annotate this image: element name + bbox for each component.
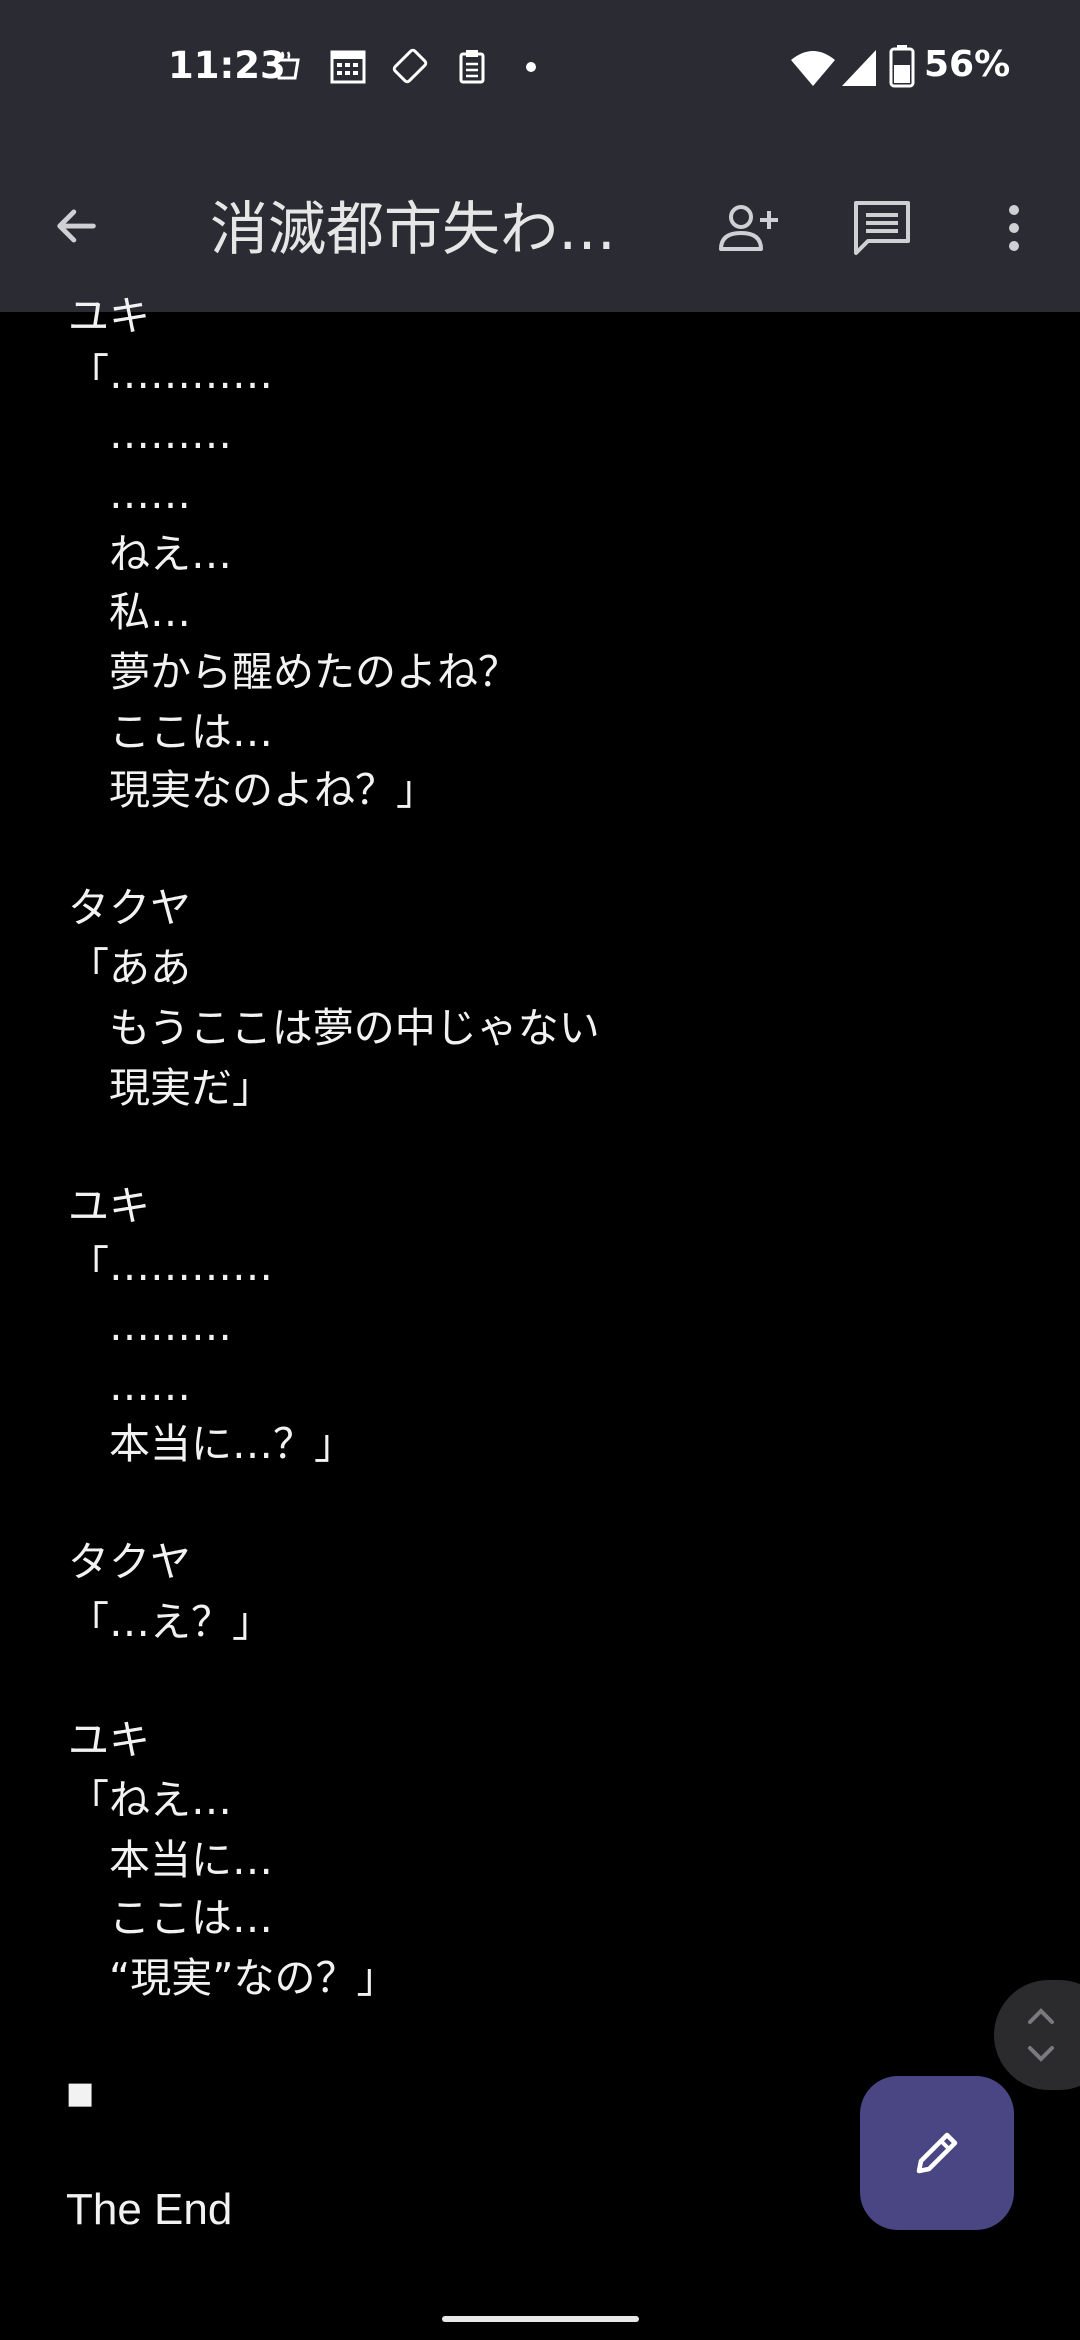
doc-line: 夢から醒めたのよね？ — [68, 648, 519, 696]
comment-icon — [854, 201, 910, 255]
wifi-icon — [791, 51, 835, 86]
edit-pencil-icon — [916, 2132, 958, 2174]
doc-line: 「ああ — [68, 944, 191, 992]
coffee-cup-icon — [274, 51, 300, 80]
doc-line: “現実”なの？」 — [68, 1954, 398, 2002]
document-title: 消滅都市失わ… — [210, 195, 617, 263]
scroll-chevrons-icon — [1028, 2008, 1054, 2062]
doc-line: もうここは夢の中じゃない — [68, 1004, 600, 1052]
doc-line: 「…え？」 — [68, 1598, 273, 1646]
doc-line: ねえ… — [68, 530, 232, 578]
doc-line: ……… — [68, 410, 232, 458]
comments-button[interactable] — [840, 186, 924, 270]
doc-line: ユキ — [68, 1182, 150, 1230]
doc-line: ……… — [68, 1302, 232, 1350]
battery-percentage: 56% — [924, 44, 1011, 85]
doc-line: 「ねえ… — [68, 1776, 232, 1824]
status-bar: 11:23 56% — [0, 0, 1080, 140]
doc-line: 「………… — [68, 350, 273, 398]
fast-scroll-handle[interactable] — [994, 1980, 1080, 2090]
doc-line: ユキ — [68, 1716, 150, 1764]
calendar-icon — [330, 50, 366, 84]
add-person-icon — [719, 205, 778, 251]
doc-line: 本当に… — [68, 1836, 273, 1884]
back-arrow-icon — [57, 209, 96, 243]
doc-line: ■ — [66, 2076, 95, 2111]
doc-line: The End — [66, 2185, 233, 2234]
doc-line: ユキ — [68, 292, 150, 340]
doc-line: ここは… — [68, 708, 273, 756]
back-button[interactable] — [36, 186, 116, 266]
notification-dot-icon — [526, 62, 536, 72]
doc-line: タクヤ — [68, 884, 191, 932]
doc-line: …… — [68, 470, 191, 518]
share-add-person-button[interactable] — [708, 186, 792, 270]
edit-fab-button[interactable] — [860, 2076, 1014, 2230]
screen-rotate-icon — [392, 48, 428, 84]
more-options-button[interactable] — [984, 186, 1044, 270]
doc-line: 「………… — [68, 1242, 273, 1290]
battery-icon — [889, 45, 915, 88]
doc-line: タクヤ — [68, 1538, 191, 1586]
doc-line: 本当に…？」 — [68, 1420, 355, 1468]
doc-line: 現実だ」 — [68, 1064, 273, 1112]
doc-line: ここは… — [68, 1894, 273, 1942]
app-bar: 消滅都市失わ… — [0, 140, 1080, 312]
more-vert-icon — [1009, 205, 1019, 251]
doc-line: …… — [68, 1362, 191, 1410]
gesture-nav-handle[interactable] — [442, 2316, 639, 2322]
signal-icon — [842, 50, 876, 86]
doc-line: 私… — [68, 588, 191, 636]
doc-line: 現実なのよね？」 — [68, 766, 437, 814]
clipboard-icon — [459, 50, 485, 84]
